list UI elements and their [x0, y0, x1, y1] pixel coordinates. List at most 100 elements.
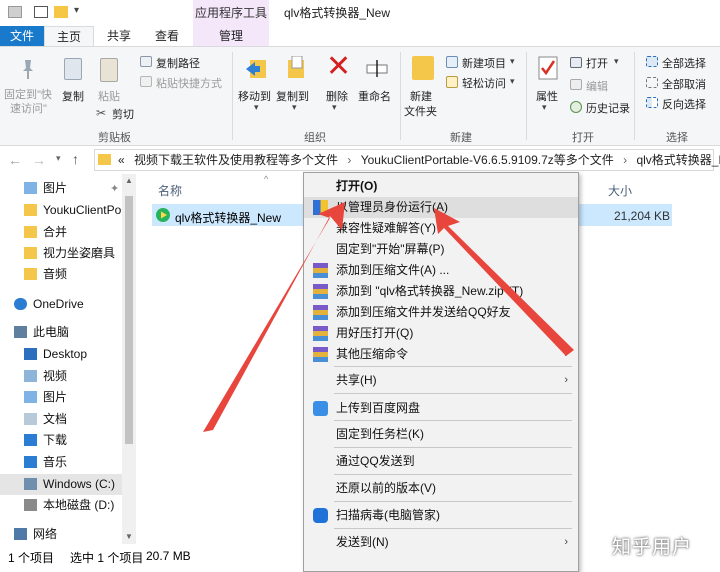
properties-dropdown-icon[interactable]: ▾	[542, 102, 547, 113]
nav-item-this-pc[interactable]: 此电脑	[0, 322, 122, 343]
tab-home[interactable]: 主页	[44, 26, 94, 46]
easy-access-icon[interactable]	[446, 76, 458, 88]
move-to-dropdown-icon[interactable]: ▾	[254, 102, 259, 113]
back-icon[interactable]: ←	[8, 152, 22, 168]
select-all-button[interactable]: 全部选择	[662, 55, 706, 71]
select-none-icon[interactable]	[646, 77, 658, 88]
scroll-up-icon[interactable]: ▲	[125, 176, 133, 185]
nav-item-documents[interactable]: 文档	[0, 409, 122, 430]
recent-locations-icon[interactable]: ▾	[56, 153, 61, 164]
copy-button[interactable]: 复制	[62, 88, 84, 104]
menu-item-add-to-zip[interactable]: 添加到 "qlv格式转换器_New.zip"(T)	[304, 281, 578, 302]
menu-item-open[interactable]: 打开(O)	[304, 176, 578, 197]
menu-item-open-with-haozip[interactable]: 用好压打开(Q)	[304, 323, 578, 344]
delete-icon[interactable]: ✕	[326, 52, 351, 82]
nav-item-desktop[interactable]: Desktop	[0, 344, 122, 365]
new-folder-qa-icon[interactable]	[54, 6, 68, 18]
tab-share[interactable]: 共享	[104, 26, 134, 46]
select-all-icon[interactable]	[646, 56, 658, 67]
move-to-icon[interactable]	[246, 56, 268, 80]
open-dropdown-icon[interactable]: ▾	[614, 56, 619, 67]
nav-item-pictures[interactable]: 图片	[0, 178, 122, 199]
history-button[interactable]: 历史记录	[586, 100, 630, 116]
menu-item-more-compress[interactable]: 其他压缩命令 ›	[304, 344, 578, 365]
column-header-size[interactable]: 大小	[608, 182, 632, 199]
rename-icon[interactable]	[366, 58, 388, 78]
nav-item-onedrive[interactable]: OneDrive	[0, 294, 122, 315]
new-folder-icon[interactable]	[412, 56, 434, 80]
new-item-button[interactable]: 新建项目	[462, 55, 506, 71]
breadcrumb-item-3[interactable]: qlv格式转换器_New	[636, 153, 720, 167]
qa-customize-icon[interactable]: ▾	[74, 5, 79, 16]
menu-item-run-as-admin[interactable]: 以管理员身份运行(A)	[304, 197, 578, 218]
new-item-icon[interactable]	[446, 56, 458, 68]
paste-button[interactable]: 粘贴	[98, 88, 120, 104]
paste-shortcut-button[interactable]: 粘贴快捷方式	[156, 75, 222, 91]
nav-item-merge[interactable]: 合并	[0, 222, 122, 243]
chevron-right-icon[interactable]: ›	[347, 153, 351, 167]
nav-scroll-thumb[interactable]	[125, 196, 133, 444]
copy-to-icon[interactable]	[284, 55, 306, 80]
breadcrumb-overflow[interactable]: «	[118, 153, 125, 167]
menu-item-pin-to-start[interactable]: 固定到"开始"屏幕(P)	[304, 239, 578, 260]
properties-check-icon[interactable]	[34, 6, 48, 18]
nav-item-local-d[interactable]: 本地磁盘 (D:)	[0, 495, 122, 516]
menu-item-troubleshoot-compat[interactable]: 兼容性疑难解答(Y)	[304, 218, 578, 239]
paste-icon[interactable]	[100, 58, 118, 82]
menu-item-send-to[interactable]: 发送到(N) ›	[304, 532, 578, 553]
menu-item-share[interactable]: 共享(H) ›	[304, 370, 578, 391]
breadcrumb-item-1[interactable]: 视频下载王软件及使用教程等多个文件	[134, 153, 338, 167]
nav-item-windows-c[interactable]: Windows (C:)	[0, 474, 122, 495]
menu-item-restore-versions[interactable]: 还原以前的版本(V)	[304, 478, 578, 499]
nav-item-downloads[interactable]: 下载	[0, 430, 122, 451]
select-none-button[interactable]: 全部取消	[662, 76, 706, 92]
properties-button[interactable]: 属性	[536, 88, 558, 104]
tab-manage[interactable]: 管理	[193, 26, 269, 46]
new-folder-button[interactable]: 新建	[410, 88, 432, 104]
menu-item-pin-to-taskbar[interactable]: 固定到任务栏(K)	[304, 424, 578, 445]
nav-item-youku-client[interactable]: YoukuClientPor	[0, 200, 122, 221]
menu-item-send-via-qq[interactable]: 通过QQ发送到	[304, 451, 578, 472]
menu-item-upload-baidu[interactable]: 上传到百度网盘	[304, 398, 578, 419]
menu-item-scan-virus[interactable]: 扫描病毒(电脑管家)	[304, 505, 578, 526]
cut-icon[interactable]: ✂	[96, 106, 106, 120]
nav-item-music[interactable]: 音乐	[0, 452, 122, 473]
scroll-down-icon[interactable]: ▼	[125, 532, 133, 541]
column-header-name[interactable]: 名称	[158, 182, 182, 199]
delete-dropdown-icon[interactable]: ▾	[332, 102, 337, 113]
nav-item-network[interactable]: 网络	[0, 524, 122, 545]
properties-icon[interactable]	[538, 56, 558, 80]
nav-item-pictures-2[interactable]: 图片	[0, 387, 122, 408]
copy-path-button[interactable]: 复制路径	[156, 55, 200, 71]
menu-item-add-to-archive[interactable]: 添加到压缩文件(A) ...	[304, 260, 578, 281]
nav-item-audio[interactable]: 音频	[0, 264, 122, 285]
menu-item-archive-send-qq[interactable]: 添加到压缩文件并发送给QQ好友	[304, 302, 578, 323]
rename-button[interactable]: 重命名	[358, 88, 391, 104]
delete-button[interactable]: 删除	[326, 88, 348, 104]
copy-to-dropdown-icon[interactable]: ▾	[292, 102, 297, 113]
edit-button[interactable]: 编辑	[586, 78, 608, 94]
paste-shortcut-icon[interactable]	[140, 76, 152, 87]
quick-access-icon[interactable]	[8, 6, 22, 18]
edit-icon[interactable]	[570, 79, 582, 90]
easy-access-dropdown-icon[interactable]: ▾	[510, 76, 515, 87]
open-icon[interactable]	[570, 57, 582, 68]
pin-icon[interactable]	[20, 58, 36, 80]
tab-view[interactable]: 查看	[150, 26, 184, 46]
chevron-right-icon[interactable]: ›	[623, 153, 627, 167]
invert-selection-button[interactable]: 反向选择	[662, 96, 706, 112]
breadcrumb-item-2[interactable]: YoukuClientPortable-V6.6.5.9109.7z等多个文件	[361, 153, 614, 167]
up-icon[interactable]: ↑	[72, 151, 79, 167]
invert-selection-icon[interactable]	[646, 97, 658, 108]
cut-button[interactable]: 剪切	[112, 106, 134, 122]
history-icon[interactable]	[570, 101, 582, 113]
forward-icon[interactable]: →	[32, 152, 46, 168]
copy-icon[interactable]	[64, 58, 82, 80]
nav-item-posture-tool[interactable]: 视力坐姿磨具	[0, 243, 122, 264]
open-button[interactable]: 打开	[586, 55, 608, 71]
file-name[interactable]: qlv格式转换器_New	[175, 209, 281, 226]
nav-item-videos[interactable]: 视频	[0, 366, 122, 387]
easy-access-button[interactable]: 轻松访问	[462, 75, 506, 91]
copy-path-icon[interactable]	[140, 56, 152, 67]
new-item-dropdown-icon[interactable]: ▾	[510, 56, 515, 67]
